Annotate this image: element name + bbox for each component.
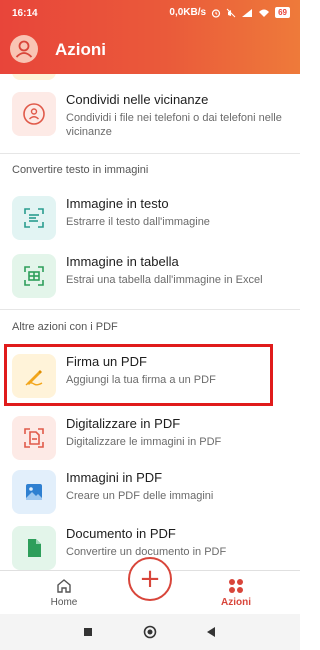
item-title: Immagini in PDF bbox=[66, 470, 163, 485]
item-title: Documento in PDF bbox=[66, 526, 176, 541]
item-subtitle: Estrarre il testo dall'immagine bbox=[66, 216, 210, 228]
document-icon bbox=[12, 526, 56, 570]
home-circle-icon[interactable] bbox=[143, 625, 157, 639]
signal-icon bbox=[242, 8, 253, 17]
item-title: Immagine in tabella bbox=[66, 254, 179, 269]
image-to-text-icon bbox=[12, 196, 56, 240]
app-bar: Azioni bbox=[0, 33, 300, 67]
item-subtitle: Condividi i file nei telefoni o dai tele… bbox=[66, 112, 282, 138]
item-subtitle: Creare un PDF delle immagini bbox=[66, 490, 214, 502]
highlight-box bbox=[4, 344, 273, 406]
mute-icon bbox=[226, 8, 236, 17]
alarm-icon bbox=[211, 8, 221, 18]
network-speed: 0,0KB/s bbox=[169, 7, 207, 18]
divider bbox=[0, 309, 300, 310]
item-subtitle: Convertire un documento in PDF bbox=[66, 546, 227, 558]
list-item-image-to-table[interactable]: Immagine in tabella Estrai una tabella d… bbox=[0, 248, 300, 308]
nearby-share-icon bbox=[12, 92, 56, 136]
nav-actions-label: Azioni bbox=[221, 597, 251, 608]
actions-grid-icon bbox=[229, 579, 243, 593]
add-button[interactable]: + bbox=[128, 557, 172, 601]
section-label-other-pdf: Altre azioni con i PDF bbox=[12, 321, 118, 333]
home-icon bbox=[57, 579, 71, 593]
battery-indicator: 69 bbox=[275, 7, 290, 18]
nav-home[interactable]: Home bbox=[34, 577, 94, 613]
divider bbox=[0, 153, 300, 154]
item-subtitle: Estrai una tabella dall'immagine in Exce… bbox=[66, 274, 263, 286]
bottom-navigation: Home + Azioni bbox=[0, 557, 300, 614]
status-indicators: 0,0KB/s 69 bbox=[169, 7, 290, 18]
nav-actions[interactable]: Azioni bbox=[206, 577, 266, 613]
recents-icon[interactable] bbox=[82, 626, 94, 638]
system-navigation bbox=[0, 614, 300, 650]
item-title: Immagine in testo bbox=[66, 196, 169, 211]
list-item-nearby-share[interactable]: Condividi nelle vicinanze Condividi i fi… bbox=[0, 86, 300, 146]
list-item-images-to-pdf[interactable]: Immagini in PDF Creare un PDF delle imma… bbox=[0, 464, 300, 524]
wifi-icon bbox=[259, 9, 270, 17]
status-time: 16:14 bbox=[12, 8, 38, 19]
item-title: Digitalizzare in PDF bbox=[66, 416, 181, 431]
page-title: Azioni bbox=[55, 40, 106, 59]
user-icon bbox=[15, 40, 33, 58]
image-to-table-icon bbox=[12, 254, 56, 298]
back-icon[interactable] bbox=[205, 626, 217, 638]
scan-pdf-icon bbox=[12, 416, 56, 460]
nav-home-label: Home bbox=[50, 597, 78, 608]
list-item-scan-pdf[interactable]: Digitalizzare in PDF Digitalizzare le im… bbox=[0, 410, 300, 470]
item-title: Condividi nelle vicinanze bbox=[66, 92, 209, 107]
item-subtitle: Digitalizzare le immagini in PDF bbox=[66, 436, 222, 448]
header: 16:14 0,0KB/s 69 Azioni bbox=[0, 0, 300, 74]
list-item-image-to-text[interactable]: Immagine in testo Estrarre il testo dall… bbox=[0, 190, 300, 250]
status-bar: 16:14 0,0KB/s 69 bbox=[0, 0, 300, 26]
partial-item-icon bbox=[12, 74, 56, 80]
section-label-convert: Convertire testo in immagini bbox=[12, 164, 149, 176]
plus-icon: + bbox=[139, 564, 161, 594]
avatar[interactable] bbox=[10, 35, 38, 63]
image-icon bbox=[12, 470, 56, 514]
actions-list[interactable]: Condividi nelle vicinanze Condividi i fi… bbox=[0, 74, 300, 570]
